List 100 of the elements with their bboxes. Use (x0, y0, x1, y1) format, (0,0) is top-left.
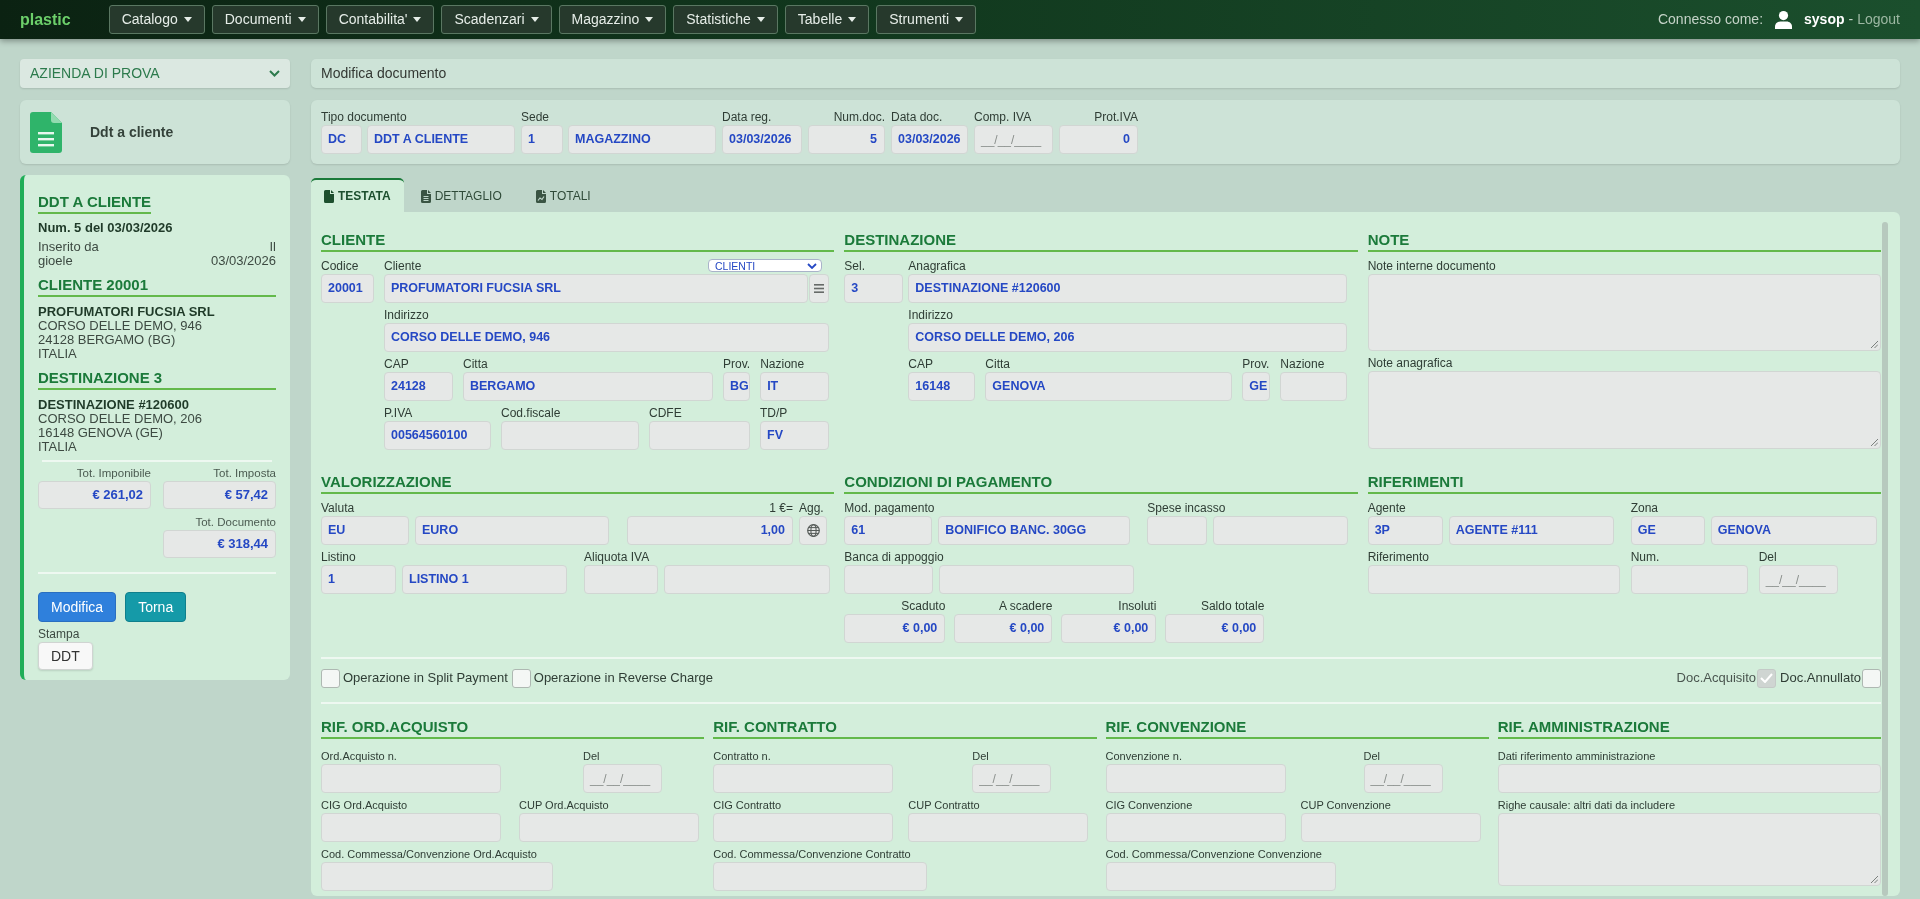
text-field[interactable]: CORSO DELLE DEMO, 206 (908, 323, 1348, 352)
text-field[interactable]: IT (760, 372, 830, 401)
text-field[interactable]: 61 (844, 516, 933, 545)
date-field[interactable]: 03/03/2026 (722, 125, 802, 154)
text-field[interactable] (501, 421, 639, 450)
text-field[interactable] (1213, 516, 1349, 545)
text-field[interactable] (1367, 565, 1620, 594)
app-logo[interactable]: plastic (20, 9, 71, 30)
text-field[interactable]: DDT A CLIENTE (367, 125, 515, 154)
date-field[interactable]: 03/03/2026 (891, 125, 968, 154)
text-field[interactable] (1105, 813, 1286, 842)
scrollbar[interactable] (1882, 222, 1888, 896)
text-field[interactable]: GE (1630, 516, 1705, 545)
text-field[interactable]: DC (321, 125, 362, 154)
text-field[interactable]: 3P (1367, 516, 1443, 545)
resize-grip-icon (1871, 439, 1878, 446)
number-field: € 57,42 (163, 481, 276, 509)
text-field[interactable] (649, 421, 750, 450)
menu-button[interactable]: Scadenzari (441, 5, 552, 34)
menu-button[interactable]: Magazzino (558, 5, 667, 34)
checkbox-label: Doc.Acquisito (1676, 670, 1757, 686)
menu-button[interactable]: Statistiche (673, 5, 778, 34)
text-field[interactable]: GE (1242, 372, 1271, 401)
print-button[interactable]: DDT (38, 642, 93, 670)
action-button[interactable]: Torna (125, 592, 187, 622)
text-field[interactable] (1300, 813, 1481, 842)
menu-button[interactable]: Contabilita' (325, 5, 435, 34)
text-field[interactable]: AGENTE #111 (1448, 516, 1614, 545)
filter-select[interactable]: CLIENTI (708, 259, 822, 272)
number-field[interactable]: 0 (1059, 125, 1138, 154)
field-label: Indirizzo (908, 308, 953, 322)
text-field[interactable] (844, 565, 934, 594)
address-line: CORSO DELLE DEMO, 206 (38, 412, 203, 426)
text-field[interactable]: 24128 (384, 372, 453, 401)
checkbox[interactable] (321, 668, 340, 688)
text-field[interactable] (1105, 862, 1336, 891)
menu-button[interactable]: Catalogo (108, 5, 205, 34)
text-field[interactable]: DESTINAZIONE #120600 (908, 274, 1348, 303)
document-type-title: Ddt a cliente (90, 122, 174, 142)
text-field[interactable]: MAGAZZINO (568, 125, 716, 154)
text-field[interactable] (1147, 516, 1208, 545)
text-field[interactable]: 3 (844, 274, 904, 303)
text-area[interactable] (1367, 371, 1881, 449)
field-label: Righe causale: altri dati da includere (1497, 798, 1676, 812)
text-field[interactable] (321, 764, 501, 793)
text-field[interactable] (713, 764, 894, 793)
text-field[interactable]: 16148 (908, 372, 976, 401)
text-field[interactable] (321, 813, 501, 842)
text-field[interactable] (713, 862, 928, 891)
number-field[interactable]: 5 (808, 125, 885, 154)
field-label: Num.doc. (833, 110, 885, 124)
number-field[interactable]: 1,00 (627, 516, 793, 545)
action-button[interactable]: Modifica (38, 592, 117, 622)
number-field[interactable]: € 0,00 (1165, 614, 1265, 643)
tab[interactable]: TESTATA (311, 178, 404, 212)
text-field[interactable] (519, 813, 699, 842)
text-field[interactable] (713, 813, 894, 842)
text-field[interactable]: 00564560100 (384, 421, 491, 450)
tab[interactable]: DETTAGLIO (403, 178, 519, 212)
text-field[interactable]: 1 (321, 565, 396, 594)
menu-button[interactable]: Documenti (211, 5, 319, 34)
number-field[interactable]: € 0,00 (844, 614, 946, 643)
text-field[interactable] (1630, 565, 1748, 594)
text-field[interactable]: 20001 (321, 274, 374, 303)
text-field[interactable]: BONIFICO BANC. 30GG (938, 516, 1131, 545)
globe-button[interactable] (799, 516, 827, 545)
number-field[interactable]: € 0,00 (1061, 614, 1157, 643)
text-field[interactable] (1280, 372, 1348, 401)
company-select[interactable]: AZIENDA DI PROVA (20, 59, 290, 88)
checkbox[interactable] (1862, 668, 1881, 688)
field-label: Prov. (1242, 357, 1270, 371)
text-field[interactable]: FV (760, 421, 829, 450)
text-field[interactable]: EURO (415, 516, 609, 545)
text-field[interactable]: GENOVA (985, 372, 1233, 401)
menu-button[interactable]: Strumenti (876, 5, 977, 34)
text-area[interactable] (1367, 274, 1881, 351)
checkbox[interactable] (511, 668, 531, 688)
tab[interactable]: TOTALI (518, 178, 608, 212)
text-field[interactable] (1497, 764, 1881, 793)
logout-link[interactable]: Logout (1857, 9, 1900, 30)
text-field[interactable]: BERGAMO (463, 372, 713, 401)
text-field[interactable]: GENOVA (1710, 516, 1877, 545)
text-field[interactable] (939, 565, 1135, 594)
field-label: A scadere (998, 599, 1053, 613)
menu-button[interactable] (809, 274, 829, 303)
text-field[interactable] (321, 862, 553, 891)
text-field[interactable]: PROFUMATORI FUCSIA SRL (384, 274, 808, 303)
text-field[interactable]: EU (321, 516, 409, 545)
text-field[interactable]: LISTINO 1 (402, 565, 567, 594)
text-field[interactable] (908, 813, 1089, 842)
text-field[interactable] (1105, 764, 1286, 793)
text-field[interactable] (584, 565, 658, 594)
text-field[interactable]: BG (723, 372, 750, 401)
text-field[interactable] (664, 565, 830, 594)
text-area[interactable] (1497, 813, 1881, 886)
menu-button[interactable]: Tabelle (784, 5, 870, 34)
text-field[interactable]: CORSO DELLE DEMO, 946 (384, 323, 829, 352)
text-field[interactable]: 1 (521, 125, 563, 154)
number-field[interactable]: € 0,00 (954, 614, 1053, 643)
field-label: Agg. (799, 501, 824, 515)
